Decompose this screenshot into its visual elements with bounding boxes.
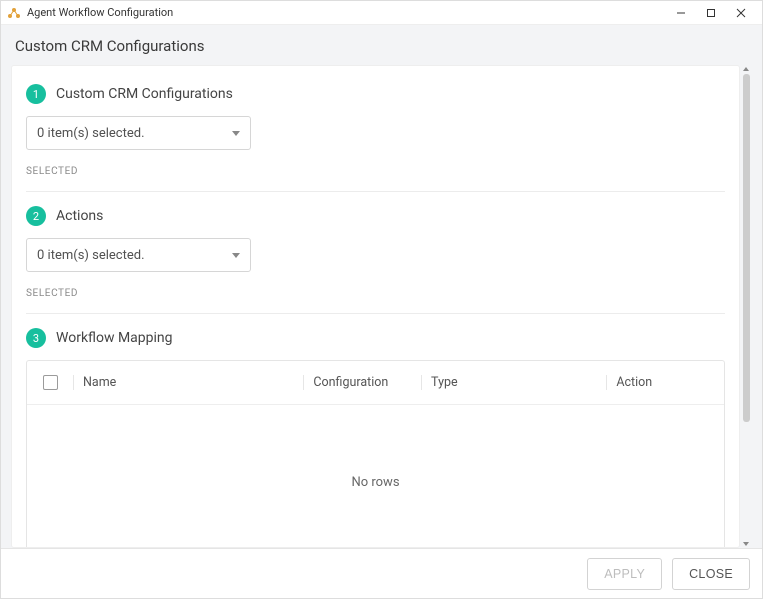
column-action[interactable]: Action xyxy=(606,361,724,404)
column-configuration[interactable]: Configuration xyxy=(303,361,421,404)
chevron-down-icon xyxy=(232,253,240,258)
step-badge-2: 2 xyxy=(26,206,46,226)
column-name[interactable]: Name xyxy=(73,361,303,404)
close-window-button[interactable] xyxy=(726,2,756,24)
section-header: 1 Custom CRM Configurations xyxy=(26,84,725,104)
table-header: Name Configuration Type Action xyxy=(27,361,724,405)
step-badge-3: 3 xyxy=(26,328,46,348)
scroll-up-arrow-icon[interactable] xyxy=(743,67,749,71)
content: 1 Custom CRM Configurations 0 item(s) se… xyxy=(11,65,740,548)
app-window: Agent Workflow Configuration Custom CRM … xyxy=(0,0,763,599)
table-body: No rows xyxy=(27,405,724,548)
actions-dropdown[interactable]: 0 item(s) selected. xyxy=(26,238,251,272)
chevron-down-icon xyxy=(232,131,240,136)
actions-selected-label: SELECTED xyxy=(26,288,725,299)
page-title: Custom CRM Configurations xyxy=(15,37,748,55)
section-title-mapping: Workflow Mapping xyxy=(56,330,173,346)
titlebar: Agent Workflow Configuration xyxy=(1,1,762,25)
window-controls xyxy=(666,2,756,24)
section-title-config: Custom CRM Configurations xyxy=(56,86,233,102)
section-title-actions: Actions xyxy=(56,208,103,224)
vertical-scrollbar[interactable] xyxy=(740,65,752,548)
minimize-button[interactable] xyxy=(666,2,696,24)
select-all-checkbox[interactable] xyxy=(43,375,58,390)
app-icon xyxy=(7,6,21,20)
maximize-button[interactable] xyxy=(696,2,726,24)
section-workflow-mapping: 3 Workflow Mapping Name Configuration Ty… xyxy=(26,313,725,548)
column-type[interactable]: Type xyxy=(421,361,606,404)
close-button[interactable]: CLOSE xyxy=(672,558,750,590)
column-checkbox xyxy=(27,361,73,404)
empty-state: No rows xyxy=(351,475,399,490)
scroll-down-arrow-icon[interactable] xyxy=(743,542,749,546)
page-header: Custom CRM Configurations xyxy=(1,25,762,65)
section-custom-crm: 1 Custom CRM Configurations 0 item(s) se… xyxy=(26,80,725,191)
actions-dropdown-text: 0 item(s) selected. xyxy=(37,248,145,263)
config-selected-label: SELECTED xyxy=(26,166,725,177)
apply-button[interactable]: APPLY xyxy=(587,558,662,590)
config-dropdown-text: 0 item(s) selected. xyxy=(37,126,145,141)
window-title: Agent Workflow Configuration xyxy=(27,6,666,19)
section-header: 2 Actions xyxy=(26,206,725,226)
footer: APPLY CLOSE xyxy=(1,548,762,598)
config-dropdown[interactable]: 0 item(s) selected. xyxy=(26,116,251,150)
section-actions: 2 Actions 0 item(s) selected. SELECTED xyxy=(26,191,725,313)
content-wrap: 1 Custom CRM Configurations 0 item(s) se… xyxy=(1,65,762,548)
section-header: 3 Workflow Mapping xyxy=(26,328,725,348)
scroll-thumb[interactable] xyxy=(743,74,750,422)
step-badge-1: 1 xyxy=(26,84,46,104)
mapping-table: Name Configuration Type Action No rows xyxy=(26,360,725,548)
